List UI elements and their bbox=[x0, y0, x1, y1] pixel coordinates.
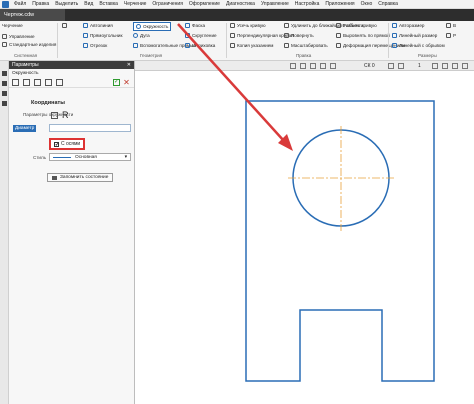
center-axes bbox=[288, 126, 394, 231]
part-outline[interactable] bbox=[245, 100, 435, 382]
annotation-arrow bbox=[177, 23, 293, 151]
drawing-overlay bbox=[177, 23, 435, 382]
